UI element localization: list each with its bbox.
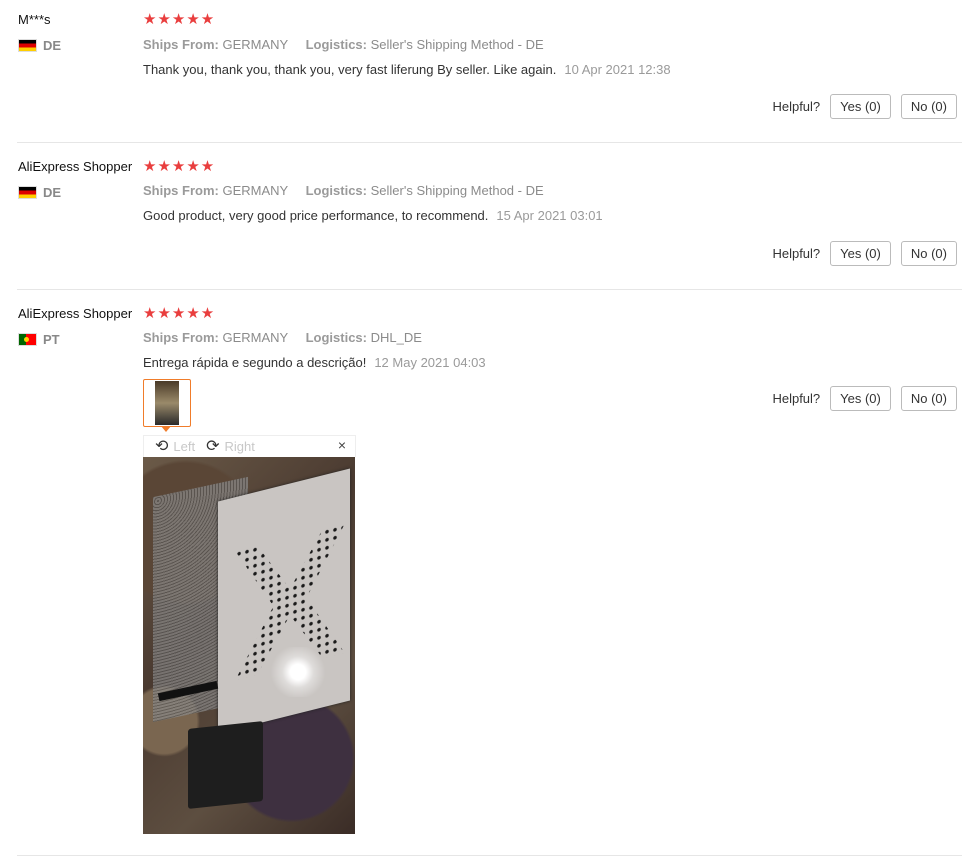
review-item: AliExpress Shopper DE ★★★★★ Ships From: … [17, 143, 962, 290]
germany-flag-icon [18, 186, 37, 199]
shipping-info: Ships From: GERMANY Logistics: Seller's … [143, 183, 544, 198]
reviewer-country: DE [18, 185, 61, 200]
ships-from-label: Ships From: [143, 37, 219, 52]
helpful-yes-button[interactable]: Yes (0) [830, 241, 891, 266]
rotate-right-label: Right [224, 439, 255, 454]
review-item: M***s DE ★★★★★ Ships From: GERMANY Logis… [17, 0, 962, 143]
shipping-info: Ships From: GERMANY Logistics: Seller's … [143, 37, 544, 52]
logistics-label: Logistics: [305, 183, 367, 198]
ships-from-value: GERMANY [222, 37, 288, 52]
review-date: 12 May 2021 04:03 [374, 355, 486, 370]
review-photo-large [143, 457, 355, 834]
reviewer-name: AliExpress Shopper [18, 306, 133, 321]
logistics-value: DHL_DE [370, 330, 422, 345]
helpful-no-button[interactable]: No (0) [900, 386, 957, 411]
helpful-controls: Helpful? Yes (0) No (0) [772, 386, 957, 411]
rotate-left-label: Left [173, 439, 196, 454]
helpful-controls: Helpful? Yes (0) No (0) [772, 241, 957, 266]
helpful-label: Helpful? [772, 99, 821, 114]
star-rating: ★★★★★ [143, 305, 216, 322]
review-item: AliExpress Shopper PT ★★★★★ Ships From: … [17, 290, 962, 856]
review-text: Entrega rápida e segundo a descrição! 12 … [143, 355, 486, 370]
photo-viewer-toolbar: ⟲ Left ⟳ Right × [143, 435, 356, 457]
logistics-label: Logistics: [305, 37, 367, 52]
ships-from-value: GERMANY [222, 330, 288, 345]
country-code: PT [43, 332, 60, 347]
helpful-yes-button[interactable]: Yes (0) [830, 94, 891, 119]
logistics-value: Seller's Shipping Method - DE [370, 183, 544, 198]
rotate-right-icon: ⟳ [206, 437, 220, 455]
review-text: Good product, very good price performanc… [143, 208, 603, 223]
review-photo-thumbnail[interactable] [143, 379, 191, 432]
star-rating: ★★★★★ [143, 158, 216, 175]
shipping-info: Ships From: GERMANY Logistics: DHL_DE [143, 330, 422, 345]
helpful-label: Helpful? [772, 246, 821, 261]
review-body: Good product, very good price performanc… [143, 208, 489, 223]
ships-from-label: Ships From: [143, 183, 219, 198]
reviewer-name: M***s [18, 12, 51, 27]
germany-flag-icon [18, 39, 37, 52]
reviewer-country: PT [18, 332, 60, 347]
star-rating: ★★★★★ [143, 11, 216, 28]
helpful-controls: Helpful? Yes (0) No (0) [772, 94, 957, 119]
photo-viewer: ⟲ Left ⟳ Right × [143, 435, 356, 834]
helpful-no-button[interactable]: No (0) [900, 94, 957, 119]
review-body: Entrega rápida e segundo a descrição! [143, 355, 367, 370]
reviewer-country: DE [18, 38, 61, 53]
ships-from-label: Ships From: [143, 330, 219, 345]
rotate-left-button[interactable]: ⟲ Left [155, 437, 196, 455]
logistics-value: Seller's Shipping Method - DE [370, 37, 544, 52]
thumbnail-image [155, 381, 179, 425]
helpful-yes-button[interactable]: Yes (0) [830, 386, 891, 411]
rotate-right-button[interactable]: ⟳ Right [206, 437, 255, 455]
close-icon[interactable]: × [338, 437, 346, 453]
photo-detail [268, 647, 328, 697]
review-body: Thank you, thank you, thank you, very fa… [143, 62, 557, 77]
review-date: 15 Apr 2021 03:01 [496, 208, 603, 223]
rotate-left-icon: ⟲ [155, 437, 169, 455]
review-text: Thank you, thank you, thank you, very fa… [143, 62, 671, 77]
country-code: DE [43, 38, 62, 53]
helpful-no-button[interactable]: No (0) [900, 241, 957, 266]
photo-detail [188, 721, 263, 809]
ships-from-value: GERMANY [222, 183, 288, 198]
country-code: DE [43, 185, 62, 200]
portugal-flag-icon [18, 333, 37, 346]
review-date: 10 Apr 2021 12:38 [564, 62, 671, 77]
thumbnail-caret-icon [161, 426, 171, 432]
helpful-label: Helpful? [772, 391, 821, 406]
logistics-label: Logistics: [305, 330, 367, 345]
reviewer-name: AliExpress Shopper [18, 159, 133, 174]
